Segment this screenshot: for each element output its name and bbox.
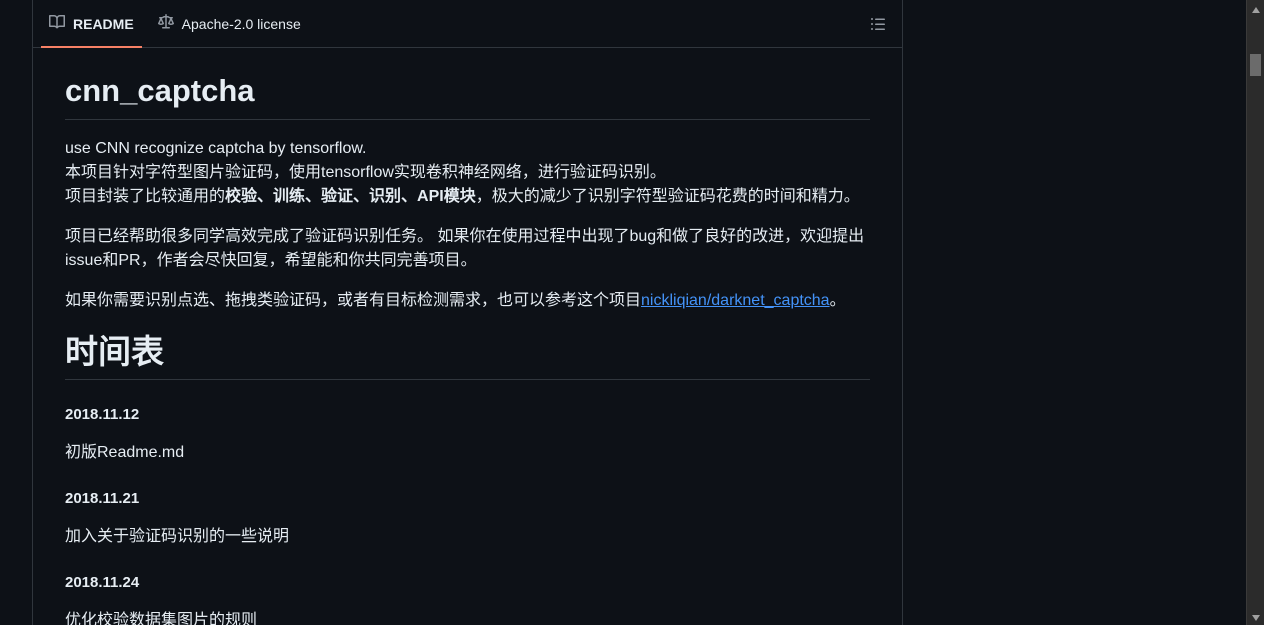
timeline-heading: 时间表 <box>65 332 870 381</box>
reference-paragraph: 如果你需要识别点选、拖拽类验证码，或者有目标检测需求，也可以参考这个项目nick… <box>65 289 870 313</box>
readme-box: README Apache-2.0 license cnn_captcha us… <box>32 0 903 625</box>
reference-suffix: 。 <box>829 291 846 309</box>
tab-readme[interactable]: README <box>41 0 142 48</box>
tab-license-label: Apache-2.0 license <box>181 15 301 32</box>
vertical-scrollbar[interactable] <box>1246 0 1264 625</box>
scale-icon <box>157 14 182 33</box>
readme-title: cnn_captcha <box>65 72 870 120</box>
timeline-entry: 初版Readme.md <box>65 444 185 462</box>
readme-tabbar: README Apache-2.0 license <box>33 0 902 48</box>
timeline-date: 2018.11.24 <box>65 574 140 592</box>
timeline-entry: 加入关于验证码识别的一些说明 <box>65 528 290 546</box>
readme-content: cnn_captcha use CNN recognize captcha by… <box>33 72 902 625</box>
page: README Apache-2.0 license cnn_captcha us… <box>0 0 1264 625</box>
intro-line-3-prefix: 项目封装了比较通用的 <box>65 187 226 205</box>
intro-line-3-suffix: ，极大的减少了识别字符型验证码花费的时间和精力。 <box>475 187 860 205</box>
scroll-up-button[interactable] <box>1247 0 1264 17</box>
scroll-down-button[interactable] <box>1247 608 1264 625</box>
triangle-down-icon <box>1251 608 1260 625</box>
triangle-up-icon <box>1251 0 1260 18</box>
intro-line-1: use CNN recognize captcha by tensorflow. <box>65 139 367 157</box>
timeline-entry: 优化校验数据集图片的规则 <box>65 612 258 625</box>
reference-prefix: 如果你需要识别点选、拖拽类验证码，或者有目标检测需求，也可以参考这个项目 <box>65 291 642 309</box>
tab-readme-label: README <box>73 15 134 32</box>
table-of-contents-button[interactable] <box>868 14 888 34</box>
intro-paragraph: use CNN recognize captcha by tensorflow.… <box>65 137 870 209</box>
timeline-date: 2018.11.12 <box>65 406 140 424</box>
intro-line-3-bold: 校验、训练、验证、识别、API模块 <box>225 187 476 205</box>
help-paragraph: 项目已经帮助很多同学高效完成了验证码识别任务。 如果你在使用过程中出现了bug和… <box>65 227 865 269</box>
timeline-date: 2018.11.21 <box>65 490 140 508</box>
darknet-captcha-link[interactable]: nickliqian/darknet_captcha <box>641 292 830 309</box>
book-icon <box>49 14 73 33</box>
tab-license[interactable]: Apache-2.0 license <box>150 0 309 47</box>
scroll-thumb[interactable] <box>1250 54 1261 76</box>
intro-line-2: 本项目针对字符型图片验证码，使用tensorflow实现卷积神经网络，进行验证码… <box>65 163 666 181</box>
list-unordered-icon <box>868 18 888 38</box>
